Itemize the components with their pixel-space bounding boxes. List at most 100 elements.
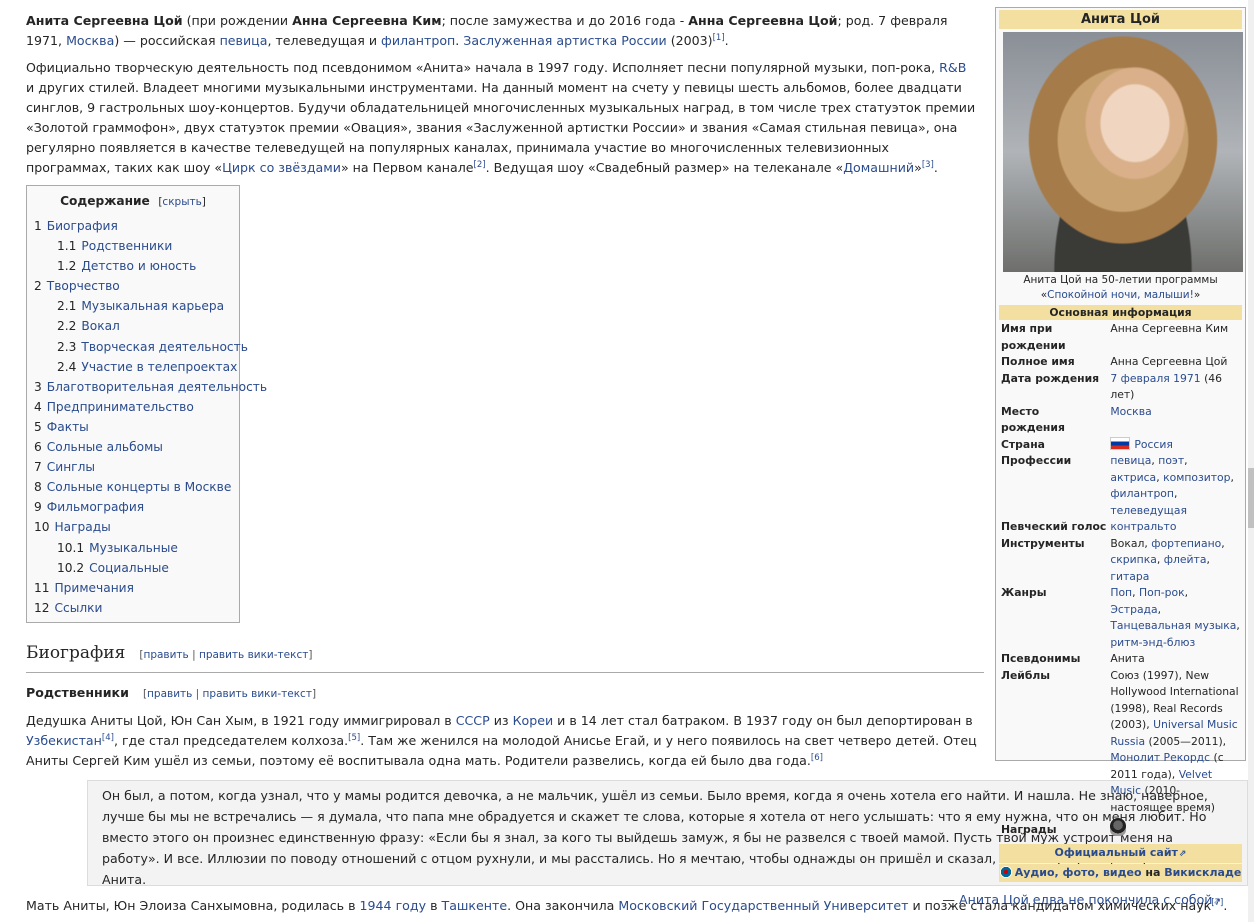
toc-item[interactable]: 3 Благотворительная деятельность xyxy=(34,377,267,397)
toc-item[interactable]: 8 Сольные концерты в Москве xyxy=(34,477,232,497)
link-profession[interactable]: композитор xyxy=(1163,471,1230,484)
link-msu[interactable]: Московский Государственный Университет xyxy=(618,898,908,913)
ref-7[interactable]: [7] xyxy=(1211,898,1223,908)
toc-item-link[interactable]: Родственники xyxy=(81,239,172,253)
ref-4[interactable]: [4] xyxy=(102,733,114,743)
toc-item[interactable]: 1.2 Детство и юность xyxy=(34,256,232,276)
toc-item[interactable]: 9 Фильмография xyxy=(34,497,232,517)
infobox-row: Инструменты Вокал, фортепиано, скрипка, ф… xyxy=(1001,536,1225,583)
link-circus-stars[interactable]: Цирк со звёздами xyxy=(222,160,341,175)
link-russia[interactable]: Россия xyxy=(1134,438,1173,451)
toc-item[interactable]: 6 Сольные альбомы xyxy=(34,437,232,457)
edit-link[interactable]: править xyxy=(143,649,188,661)
toc-item-number: 10.2 xyxy=(57,560,85,575)
toc-item-link[interactable]: Детство и юность xyxy=(81,259,196,273)
commons-site-link[interactable]: Викискладе xyxy=(1164,866,1241,879)
link-genre[interactable]: Поп xyxy=(1110,586,1132,599)
toc-item[interactable]: 12 Ссылки xyxy=(34,598,232,618)
link-1944[interactable]: 1944 году xyxy=(360,898,427,913)
ref-6[interactable]: [6] xyxy=(811,753,823,763)
toc-item-link[interactable]: Ссылки xyxy=(55,601,103,615)
toc-item[interactable]: 1 Биография xyxy=(34,216,232,236)
link-tashkent[interactable]: Ташкенте xyxy=(442,898,508,913)
toc-item[interactable]: 2.1 Музыкальная карьера xyxy=(34,296,232,316)
ref-3[interactable]: [3] xyxy=(922,160,934,170)
toc-item-link[interactable]: Благотворительная деятельность xyxy=(47,380,267,394)
link-korea[interactable]: Кореи xyxy=(513,713,554,728)
link-genre[interactable]: Поп-рок xyxy=(1139,586,1185,599)
toc-item[interactable]: 11 Примечания xyxy=(34,578,232,598)
toc-item-link[interactable]: Сольные альбомы xyxy=(47,440,163,454)
official-site-row: Официальный сайт xyxy=(999,843,1242,863)
scrollbar-thumb[interactable] xyxy=(1248,468,1254,528)
toc-item-link[interactable]: Социальные xyxy=(89,561,169,575)
toc-item[interactable]: 1.1 Родственники xyxy=(34,236,232,256)
ref-2[interactable]: [2] xyxy=(474,160,486,170)
toc-item-link[interactable]: Вокал xyxy=(81,319,119,333)
ref-5[interactable]: [5] xyxy=(348,733,360,743)
edit-link[interactable]: править xyxy=(147,688,192,700)
toc-item[interactable]: 10.2 Социальные xyxy=(34,558,232,578)
scrollbar[interactable] xyxy=(1248,0,1254,922)
toc-item-link[interactable]: Предпринимательство xyxy=(47,400,194,414)
link-instrument[interactable]: фортепиано xyxy=(1151,537,1221,550)
toc-item-link[interactable]: Факты xyxy=(47,420,89,434)
toc-item-link[interactable]: Примечания xyxy=(55,581,134,595)
medal-icon[interactable] xyxy=(1110,818,1127,836)
ref-1[interactable]: [1] xyxy=(713,33,725,43)
toc-item-link[interactable]: Синглы xyxy=(47,460,95,474)
link-pob[interactable]: Москва xyxy=(1110,405,1151,418)
link-label[interactable]: Монолит Рекордс xyxy=(1110,751,1210,764)
toc-item[interactable]: 5 Факты xyxy=(34,417,232,437)
link-dob[interactable]: 7 февраля 1971 xyxy=(1110,372,1200,385)
link-profession[interactable]: филантроп xyxy=(1110,487,1174,500)
toc-item-link[interactable]: Творческая деятельность xyxy=(81,340,248,354)
link-domashny[interactable]: Домашний xyxy=(843,160,914,175)
link-honored-artist[interactable]: Заслуженная артистка России xyxy=(463,33,666,48)
link-profession[interactable]: певица xyxy=(1110,454,1151,467)
toc-item-link[interactable]: Участие в телепроектах xyxy=(81,360,237,374)
toc-item[interactable]: 2.2 Вокал xyxy=(34,316,232,336)
toc-item-link[interactable]: Награды xyxy=(55,520,111,534)
toc-item-link[interactable]: Музыкальные xyxy=(89,541,178,555)
infobox-section-header: Основная информация xyxy=(999,305,1242,320)
toc-item[interactable]: 2 Творчество xyxy=(34,276,232,296)
link-philanthropist[interactable]: филантроп xyxy=(381,33,455,48)
portrait-photo[interactable] xyxy=(1003,32,1243,272)
edit-wikitext-link[interactable]: править вики-текст xyxy=(203,688,312,700)
toc-item[interactable]: 10 Награды xyxy=(34,517,232,537)
toc-item-link[interactable]: Творчество xyxy=(47,279,120,293)
link-profession[interactable]: поэт xyxy=(1158,454,1184,467)
toc-item[interactable]: 10.1 Музыкальные xyxy=(34,538,232,558)
toc-hide-link[interactable]: скрыть xyxy=(162,196,201,208)
link-instrument[interactable]: скрипка xyxy=(1110,553,1157,566)
link-profession[interactable]: актриса xyxy=(1110,471,1156,484)
link-uzbekistan[interactable]: Узбекистан xyxy=(26,733,102,748)
link-instrument[interactable]: гитара xyxy=(1110,570,1149,583)
link-instrument[interactable]: флейта xyxy=(1164,553,1207,566)
link-ussr[interactable]: СССР xyxy=(456,713,490,728)
link-genre[interactable]: Эстрада xyxy=(1110,603,1157,616)
link-genre[interactable]: ритм-энд-блюз xyxy=(1110,636,1195,649)
toc-item-link[interactable]: Сольные концерты в Москве xyxy=(47,480,232,494)
commons-media-link[interactable]: Аудио, фото, видео xyxy=(1015,866,1142,879)
edit-wikitext-link[interactable]: править вики-текст xyxy=(199,649,308,661)
toc-item-link[interactable]: Биография xyxy=(47,219,118,233)
toc-item[interactable]: 2.4 Участие в телепроектах xyxy=(34,357,237,377)
toc-item-link[interactable]: Музыкальная карьера xyxy=(81,299,224,313)
official-site-link[interactable]: Официальный сайт xyxy=(1055,846,1187,859)
link-spokoynoy-nochi[interactable]: Спокойной ночи, малыши! xyxy=(1047,289,1194,301)
toc-item-link[interactable]: Фильмография xyxy=(47,500,144,514)
link-genre[interactable]: Танцевальная музыка xyxy=(1110,619,1236,632)
link-profession[interactable]: телеведущая xyxy=(1110,504,1187,517)
toc-item[interactable]: 7 Синглы xyxy=(34,457,232,477)
toc-item-number: 2.2 xyxy=(57,319,77,334)
infobox-row: Награды xyxy=(999,816,1242,842)
infobox-row: Место рождения Москва xyxy=(1001,404,1152,435)
toc-item[interactable]: 4 Предпринимательство xyxy=(34,397,232,417)
link-moscow[interactable]: Москва xyxy=(66,33,114,48)
link-singer[interactable]: певица xyxy=(220,33,268,48)
toc-item[interactable]: 2.3 Творческая деятельность xyxy=(34,337,248,357)
link-rnb[interactable]: R&B xyxy=(939,60,966,75)
link-contralto[interactable]: контральто xyxy=(1110,520,1176,533)
